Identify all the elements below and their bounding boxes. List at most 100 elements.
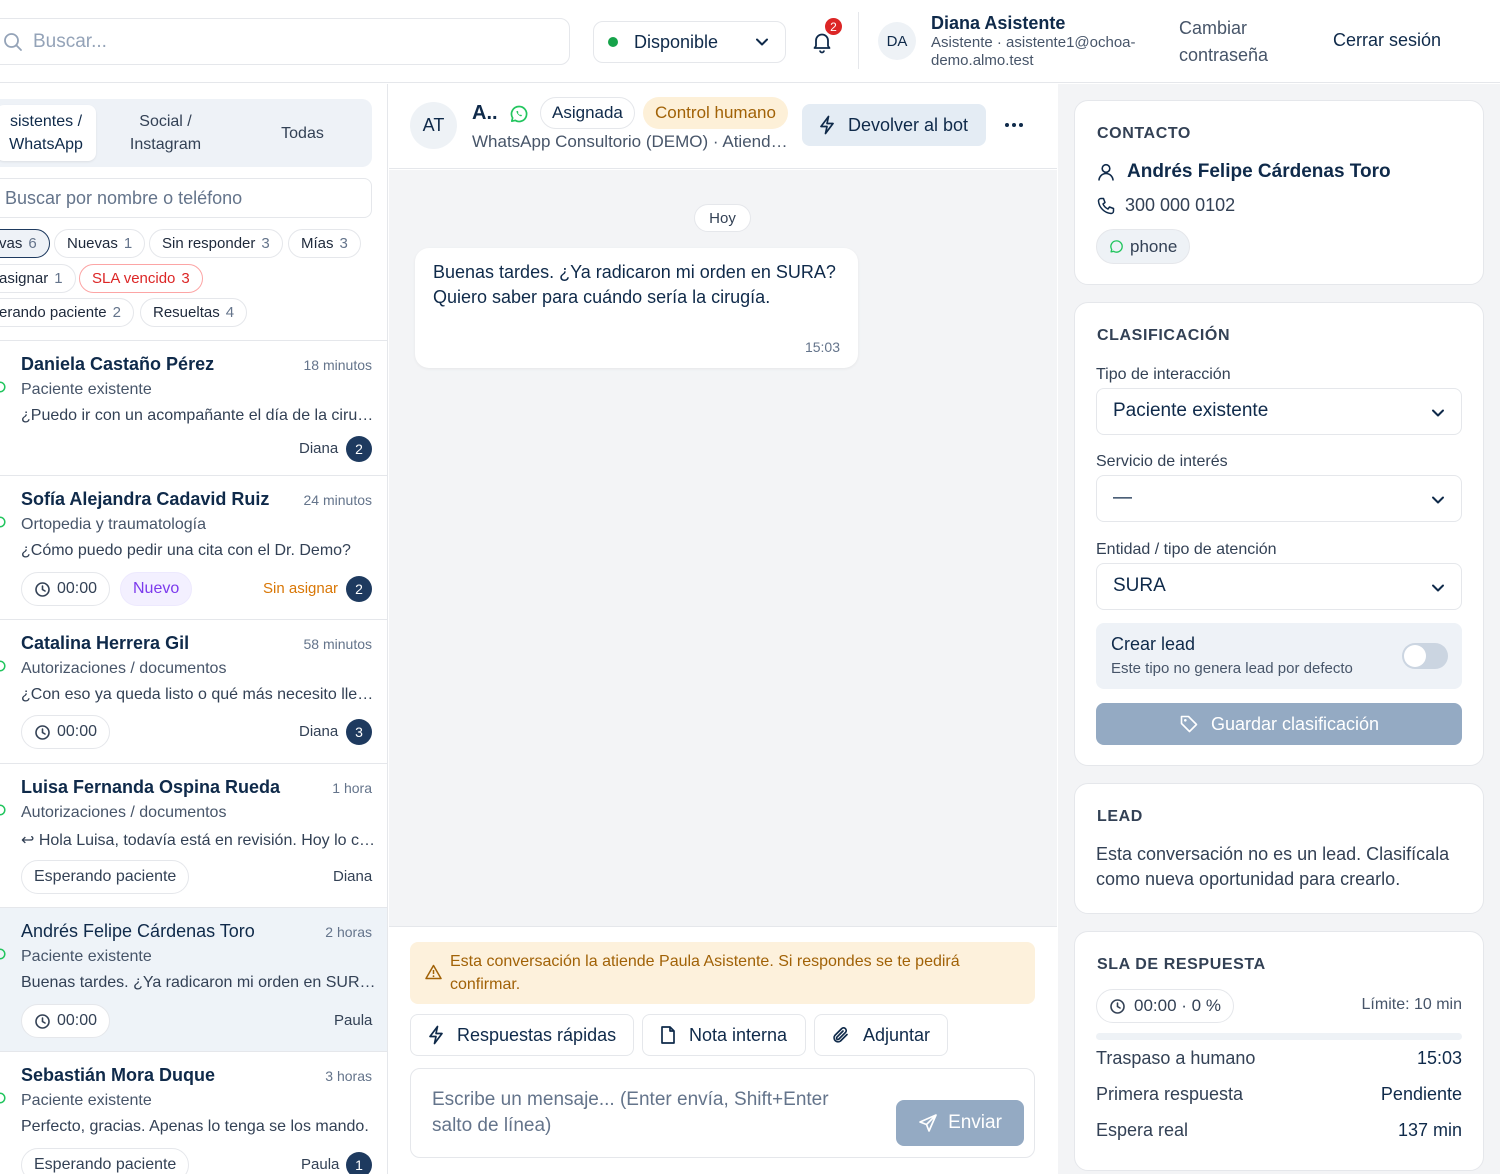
conversation-item[interactable]: Catalina Herrera Gil 58 minutos Autoriza…	[0, 620, 387, 764]
filter-chip-unassigned[interactable]: asignar 1	[0, 264, 76, 293]
user-avatar[interactable]: DA	[878, 22, 916, 60]
conversation-category: Autorizaciones / documentos	[21, 660, 227, 677]
sla-card-title: SLA DE RESPUESTA	[1097, 956, 1266, 973]
more-options-icon[interactable]	[1004, 122, 1024, 128]
filter-chip-sla-expired[interactable]: SLA vencido 3	[79, 264, 203, 293]
message-text: Buenas tardes. ¿Ya radicaron mi orden en…	[433, 262, 836, 307]
whatsapp-icon	[0, 516, 6, 528]
timer-pill: 00:00	[21, 572, 111, 606]
assigned-agent: Paula	[334, 1012, 373, 1029]
tag-icon	[1179, 714, 1199, 734]
conversation-item[interactable]: Sebastián Mora Duque 3 horas Paciente ex…	[0, 1052, 387, 1174]
status-pill: Esperando paciente	[21, 860, 190, 894]
entity-select[interactable]: SURA	[1096, 563, 1462, 610]
contact-card-title: CONTACTO	[1097, 125, 1191, 142]
filter-chip-new[interactable]: Nuevas 1	[54, 229, 146, 258]
entity-label: Entidad / tipo de atención	[1096, 541, 1277, 558]
conversation-name: Sebastián Mora Duque	[21, 1065, 216, 1085]
classification-card-title: CLASIFICACIÓN	[1097, 327, 1231, 344]
conversation-name: Andrés Felipe Cárdenas Toro	[21, 921, 255, 941]
interaction-type-select[interactable]: Paciente existente	[1096, 388, 1462, 435]
whatsapp-icon	[0, 660, 6, 672]
note-icon	[659, 1025, 677, 1045]
day-separator: Hoy	[694, 204, 751, 232]
contact-avatar: AT	[410, 102, 457, 149]
conversation-time: 2 horas	[325, 924, 372, 940]
human-control-badge: Control humano	[643, 97, 788, 129]
filter-chip-mine[interactable]: Mías 3	[288, 229, 361, 258]
attach-button[interactable]: Adjuntar	[814, 1014, 948, 1056]
user-name: Diana Asistente	[931, 13, 1066, 33]
lightning-icon	[818, 115, 836, 135]
conversation-preview: ¿Cómo puedo pedir una cita con el Dr. De…	[21, 542, 351, 559]
send-button[interactable]: Enviar	[896, 1100, 1024, 1146]
conversation-name: Luisa Fernanda Ospina Rueda	[21, 777, 281, 797]
conversation-time: 3 horas	[325, 1068, 372, 1084]
chevron-down-icon	[1432, 496, 1444, 504]
status-pill: Esperando paciente	[21, 1148, 190, 1174]
change-password-link[interactable]: Cambiar contraseña	[1179, 15, 1289, 69]
create-lead-title: Crear lead	[1111, 634, 1196, 654]
tab-instagram[interactable]: Social / Instagram	[108, 105, 223, 161]
lead-card-title: LEAD	[1097, 808, 1143, 825]
channel-badge: phone	[1096, 229, 1191, 264]
chat-contact-name[interactable]: A..	[472, 102, 498, 125]
assigned-badge: Asignada	[540, 97, 635, 129]
tab-all[interactable]: Todas	[240, 105, 365, 161]
interaction-type-label: Tipo de interacción	[1096, 366, 1231, 383]
create-lead-hint: Este tipo no genera lead por defecto	[1111, 660, 1353, 677]
filter-chip-resolved[interactable]: Resueltas 4	[140, 298, 248, 327]
tab-whatsapp[interactable]: sistentes / WhatsApp	[0, 105, 96, 161]
whatsapp-icon	[0, 948, 6, 960]
conversation-preview: ¿Puedo ir con un acompañante el día de l…	[21, 407, 376, 424]
return-to-bot-button[interactable]: Devolver al bot	[802, 104, 986, 146]
whatsapp-icon	[0, 1092, 6, 1104]
conversation-time: 58 minutos	[303, 636, 372, 652]
user-icon	[1096, 162, 1116, 182]
conversation-item[interactable]: Luisa Fernanda Ospina Rueda 1 hora Autor…	[0, 764, 387, 908]
unread-count-badge: 3	[346, 719, 372, 745]
sla-row-value: 137 min	[1397, 1120, 1462, 1140]
conversation-search-input[interactable]: Buscar por nombre o teléfono	[0, 178, 372, 218]
filter-chip[interactable]: vas 6	[0, 229, 50, 258]
composer-placeholder: Escribe un mensaje... (Enter envía, Shif…	[432, 1089, 829, 1136]
conversation-item[interactable]: Daniela Castaño Pérez 18 minutos Pacient…	[0, 341, 387, 476]
conversation-time: 1 hora	[332, 780, 372, 796]
conversation-item-selected[interactable]: Andrés Felipe Cárdenas Toro 2 horas Paci…	[0, 908, 387, 1052]
filter-chip-waiting-patient[interactable]: erando paciente 2	[0, 298, 134, 327]
conversation-category: Paciente existente	[21, 948, 152, 965]
filter-chip-unanswered[interactable]: Sin responder 3	[149, 229, 283, 258]
whatsapp-icon	[1109, 239, 1124, 254]
conversation-name: Daniela Castaño Pérez	[21, 354, 215, 374]
assigned-agent: Diana	[299, 440, 339, 457]
service-select[interactable]: —	[1096, 475, 1462, 522]
internal-note-button[interactable]: Nota interna	[642, 1014, 806, 1056]
conversation-category: Ortopedia y traumatología	[21, 516, 206, 533]
global-search-input[interactable]: Buscar...	[0, 18, 570, 65]
unread-count-badge: 2	[346, 576, 372, 602]
search-placeholder: Buscar...	[33, 30, 107, 52]
conversation-name: Sofía Alejandra Cadavid Ruiz	[21, 489, 270, 509]
clock-icon	[34, 581, 51, 598]
sla-row-label: Traspaso a humano	[1096, 1048, 1256, 1068]
logout-link[interactable]: Cerrar sesión	[1333, 30, 1441, 51]
header-divider	[858, 12, 859, 69]
quick-replies-button[interactable]: Respuestas rápidas	[410, 1014, 634, 1056]
conversation-preview: Buenas tardes. ¿Ya radicaron mi orden en…	[21, 974, 376, 991]
create-lead-toggle[interactable]	[1402, 643, 1448, 669]
sla-row-value: 15:03	[1416, 1048, 1462, 1068]
create-lead-box: Crear lead Este tipo no genera lead por …	[1096, 623, 1462, 689]
conversation-item[interactable]: Sofía Alejandra Cadavid Ruiz 24 minutos …	[0, 476, 387, 620]
sla-row-label: Primera respuesta	[1096, 1084, 1244, 1104]
conversation-time: 24 minutos	[303, 492, 372, 508]
assigned-agent: Diana	[333, 868, 373, 885]
availability-select[interactable]: Disponible	[593, 21, 786, 63]
conversation-list-panel: sistentes / WhatsApp Social / Instagram …	[0, 84, 388, 1174]
conversation-category: Paciente existente	[21, 381, 152, 398]
unread-count-badge: 2	[346, 436, 372, 462]
new-badge: Nuevo	[120, 572, 193, 606]
save-classification-button[interactable]: Guardar clasificación	[1096, 703, 1462, 745]
incoming-message-bubble: Buenas tardes. ¿Ya radicaron mi orden en…	[415, 248, 858, 368]
assigned-agent: Paula	[301, 1156, 340, 1173]
chevron-down-icon	[1432, 584, 1444, 592]
